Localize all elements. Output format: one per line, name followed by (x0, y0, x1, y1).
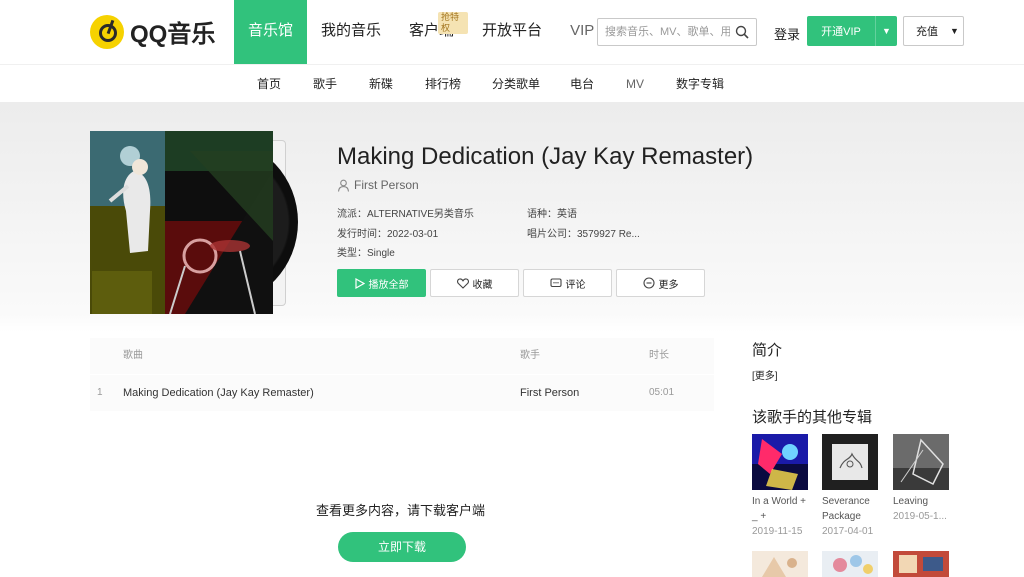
album-cover[interactable] (90, 131, 273, 314)
logo-text: QQ音乐 (130, 21, 216, 48)
song-title[interactable]: Making Dedication (Jay Kay Remaster) (123, 375, 314, 411)
sub-nav: 首页 歌手 新碟 排行榜 分类歌单 电台 MV 数字专辑 (0, 64, 1024, 102)
other-albums-title: 该歌手的其他专辑 (752, 409, 873, 426)
album-hero: Making Dedication (Jay Kay Remaster) Fir… (0, 102, 1024, 332)
nav-music-hall[interactable]: 音乐馆 (234, 0, 308, 64)
open-vip-button[interactable]: 开通VIP ▼ (807, 16, 897, 46)
nav-open-platform[interactable]: 开放平台 (468, 0, 556, 64)
album-thumbnail[interactable] (822, 434, 878, 490)
song-row[interactable]: 1 Making Dedication (Jay Kay Remaster) F… (90, 375, 714, 411)
subnav-playlists[interactable]: 分类歌单 (492, 65, 540, 103)
release-date: 2022-03-01 (387, 229, 439, 240)
album-actions: 播放全部 收藏 评论 更多 (337, 269, 709, 297)
company-info: 唱片公司：3579927 Re... (527, 225, 640, 240)
release-label: 发行时间： (337, 229, 387, 240)
play-all-label: 播放全部 (368, 279, 409, 291)
qq-music-logo[interactable]: QQ音乐 (90, 14, 215, 49)
other-album-card[interactable]: Leaving 2019-05-1... (893, 434, 949, 524)
song-list-header: 歌曲 歌手 时长 (90, 338, 714, 374)
comment-icon (549, 277, 562, 287)
caret-down-icon[interactable]: ▼ (875, 16, 897, 46)
intro-title: 简介 (752, 342, 783, 359)
song-duration: 05:01 (649, 387, 675, 398)
album-thumbnail[interactable] (822, 551, 878, 577)
top-header: QQ音乐 音乐馆 我的音乐 客户端 抢特权 开放平台 VIP 登录 开通VIP … (0, 0, 1024, 64)
other-album-name[interactable]: Leaving (893, 494, 953, 509)
more-button[interactable]: 更多 (616, 269, 705, 297)
language-label: 语种： (527, 209, 557, 220)
privilege-badge: 抢特权 (438, 12, 469, 34)
subnav-charts[interactable]: 排行榜 (425, 65, 461, 103)
header-song: 歌曲 (123, 350, 143, 361)
search-icon[interactable] (735, 25, 749, 39)
recharge-label: 充值 (916, 26, 938, 38)
subnav-mv[interactable]: MV (626, 65, 644, 103)
search-box (597, 18, 757, 46)
song-list: 歌曲 歌手 时长 1 Making Dedication (Jay Kay Re… (90, 338, 714, 411)
other-album-date: 2017-04-01 (822, 526, 874, 537)
album-thumbnail[interactable] (752, 434, 808, 490)
collect-label: 收藏 (472, 279, 493, 291)
nav-client[interactable]: 客户端 抢特权 (395, 0, 469, 64)
comment-button[interactable]: 评论 (523, 269, 612, 297)
song-singer[interactable]: First Person (520, 375, 579, 411)
login-link[interactable]: 登录 (774, 24, 800, 43)
search-input[interactable] (598, 20, 730, 44)
language-info: 语种：英语 (527, 205, 577, 220)
more-label: 更多 (658, 279, 679, 291)
type-value: Single (367, 248, 395, 259)
comment-label: 评论 (565, 279, 586, 291)
caret-down-icon: ▼ (950, 26, 959, 36)
language-value: 英语 (557, 209, 577, 220)
recharge-button[interactable]: 充值 ▼ (903, 16, 964, 46)
subnav-radio[interactable]: 电台 (570, 65, 594, 103)
user-icon (337, 179, 350, 192)
other-album-name[interactable]: In a World + _ + (752, 494, 812, 524)
album-title: Making Dedication (Jay Kay Remaster) (337, 143, 754, 170)
other-album-date: 2019-11-15 (752, 526, 803, 537)
song-index: 1 (97, 387, 103, 398)
intro-more-link[interactable]: [更多] (752, 367, 778, 382)
genre-value[interactable]: ALTERNATIVE另类音乐 (367, 209, 474, 220)
type-label: 类型： (337, 248, 367, 259)
type-info: 类型：Single (337, 244, 395, 259)
play-all-button[interactable]: 播放全部 (337, 269, 426, 297)
other-album-name[interactable]: Severance Package (822, 494, 882, 524)
subnav-digital-albums[interactable]: 数字专辑 (676, 65, 724, 103)
album-thumbnail[interactable] (893, 551, 949, 577)
heart-icon (456, 277, 469, 289)
download-now-button[interactable]: 立即下载 (338, 532, 466, 562)
subnav-new-albums[interactable]: 新碟 (369, 65, 393, 103)
open-vip-label: 开通VIP (821, 26, 861, 38)
singer-name: First Person (354, 178, 419, 192)
subnav-home[interactable]: 首页 (257, 65, 281, 103)
other-album-date: 2019-05-1... (893, 511, 947, 522)
company-value: 3579927 Re... (577, 229, 640, 240)
other-album-card[interactable]: In a World + _ + 2019-11-15 (752, 434, 808, 539)
header-singer: 歌手 (520, 350, 540, 361)
main-nav: 音乐馆 我的音乐 客户端 抢特权 开放平台 VIP (234, 0, 608, 64)
album-thumbnail[interactable] (752, 551, 808, 577)
album-singer[interactable]: First Person (337, 178, 419, 192)
header-duration: 时长 (649, 350, 669, 361)
company-label: 唱片公司： (527, 229, 577, 240)
other-album-card[interactable]: Severance Package 2017-04-01 (822, 434, 878, 539)
nav-my-music[interactable]: 我的音乐 (307, 0, 395, 64)
logo-icon (90, 14, 124, 49)
genre-label: 流派： (337, 209, 367, 220)
album-thumbnail[interactable] (893, 434, 949, 490)
play-icon (354, 277, 365, 289)
genre-info: 流派：ALTERNATIVE另类音乐 (337, 205, 474, 220)
subnav-singers[interactable]: 歌手 (313, 65, 337, 103)
more-dots-icon (642, 277, 655, 289)
collect-button[interactable]: 收藏 (430, 269, 519, 297)
download-prompt-text: 查看更多内容，请下载客户端 (316, 503, 486, 518)
release-info: 发行时间：2022-03-01 (337, 225, 438, 240)
